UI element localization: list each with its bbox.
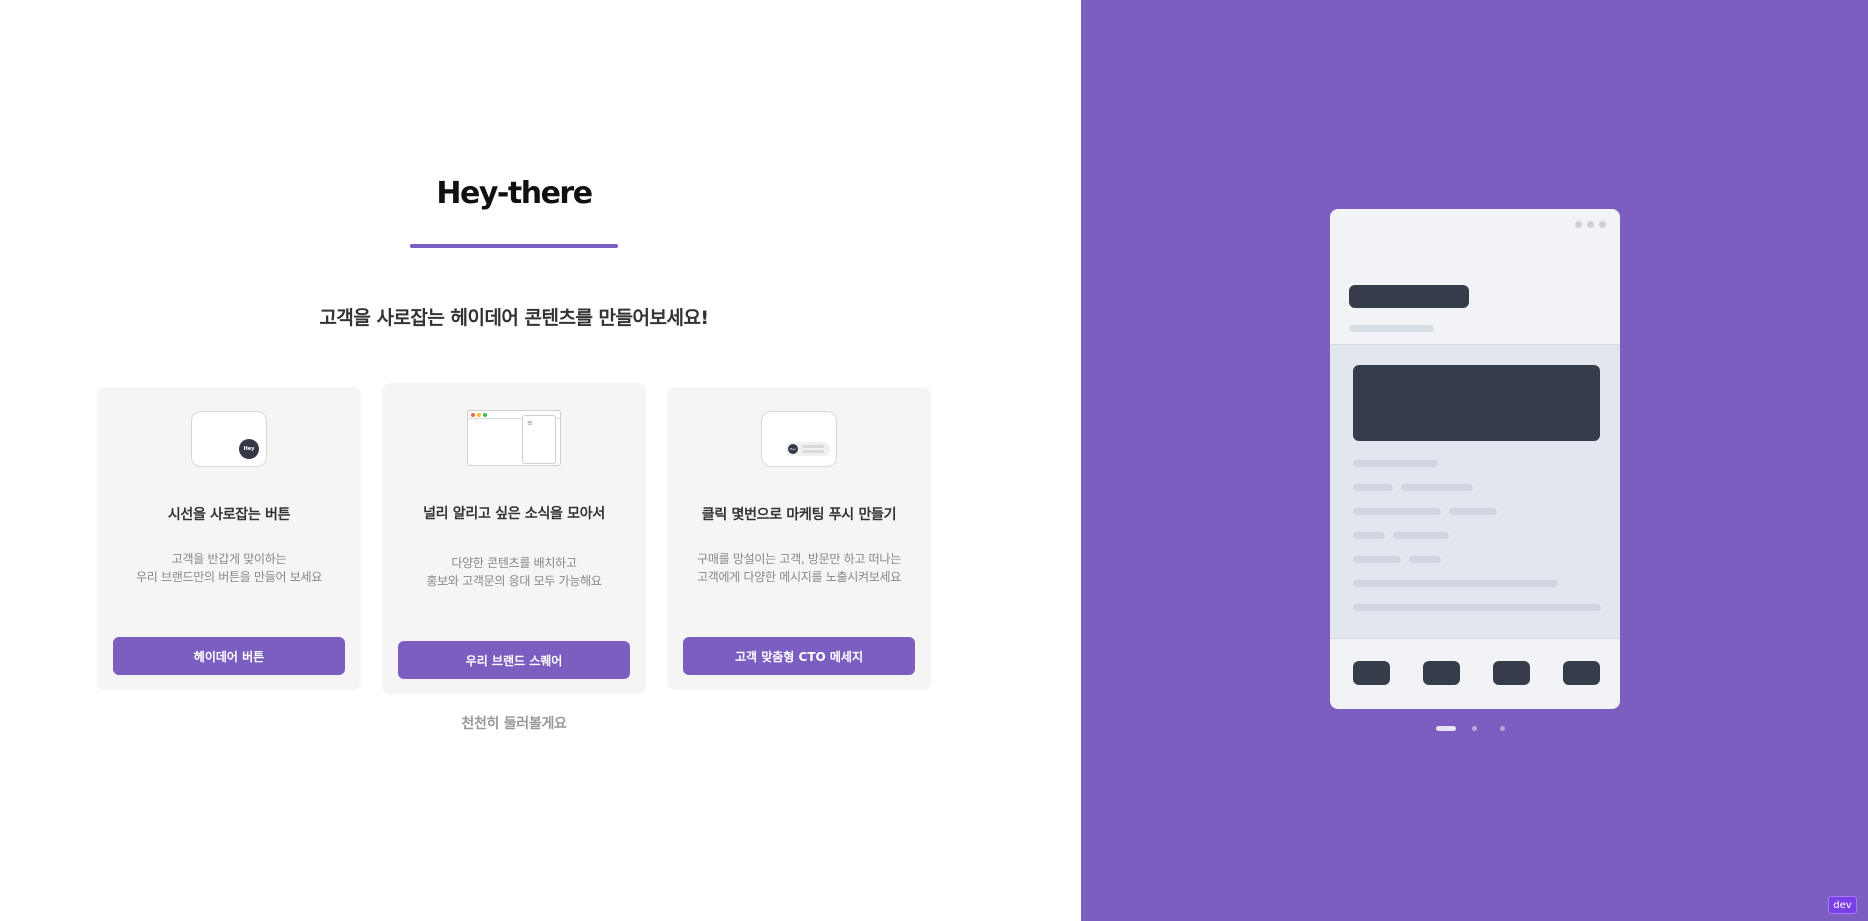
floating-button-icon: Hey bbox=[191, 411, 267, 467]
mockup-nav-icon bbox=[1563, 661, 1600, 685]
brand-logo: Hey-there bbox=[436, 176, 593, 211]
card-floating-button: Hey 시선을 사로잡는 버튼 고객을 반갑게 맞이하는 우리 브랜드만의 버튼… bbox=[97, 387, 361, 690]
menu-icon: ≡ bbox=[527, 419, 533, 427]
window-dot-icon bbox=[1575, 221, 1582, 228]
mockup-line bbox=[1449, 508, 1497, 515]
carousel-dot[interactable] bbox=[1436, 726, 1456, 731]
mockup-line bbox=[1353, 580, 1558, 587]
message-line bbox=[802, 450, 824, 453]
hey-badge: Hey bbox=[239, 439, 259, 459]
hey-badge: Hey bbox=[788, 444, 798, 454]
card-description: 다양한 콘텐츠를 배치하고 홍보와 고객문의 응대 모두 가능해요 bbox=[382, 554, 646, 590]
brand-square-button[interactable]: 우리 브랜드 스퀘어 bbox=[398, 641, 630, 679]
mockup-nav-icon bbox=[1423, 661, 1460, 685]
mockup-content-area bbox=[1330, 344, 1620, 639]
window-dot-icon bbox=[1587, 221, 1594, 228]
mockup-line bbox=[1353, 532, 1385, 539]
carousel-dot[interactable] bbox=[1500, 726, 1505, 731]
message-line bbox=[802, 445, 824, 448]
message-pill: Hey bbox=[786, 442, 830, 456]
mockup-line bbox=[1353, 484, 1393, 491]
card-description-line: 고객을 반갑게 맞이하는 bbox=[171, 552, 287, 566]
mockup-nav-icon bbox=[1353, 661, 1390, 685]
card-description-line: 구매를 망설이는 고객, 방문만 하고 떠나는 bbox=[697, 552, 901, 566]
page-title: 고객을 사로잡는 헤이데어 콘텐츠를 만들어보세요! bbox=[319, 307, 709, 329]
carousel-dot[interactable] bbox=[1472, 726, 1477, 731]
card-description: 구매를 망설이는 고객, 방문만 하고 떠나는 고객에게 다양한 메시지를 노출… bbox=[667, 550, 931, 586]
maximize-dot-icon bbox=[483, 413, 487, 417]
heythere-button-button[interactable]: 헤이데어 버튼 bbox=[113, 637, 345, 675]
cto-message-button[interactable]: 고객 맞춤형 CTO 메세지 bbox=[683, 637, 915, 675]
mockup-hero-block bbox=[1353, 365, 1600, 441]
mockup-line bbox=[1353, 508, 1441, 515]
card-description-line: 우리 브랜드만의 버튼을 만들어 보세요 bbox=[136, 570, 322, 584]
dev-badge: dev bbox=[1828, 896, 1857, 914]
side-panel-icon: ≡ bbox=[522, 415, 556, 464]
card-title: 시선을 사로잡는 버튼 bbox=[167, 507, 291, 523]
window-dot-icon bbox=[1599, 221, 1606, 228]
card-push-message: Hey 클릭 몇번으로 마케팅 푸시 만들기 구매를 망설이는 고객, 방문만 … bbox=[667, 387, 931, 690]
browse-later-link[interactable]: 천천히 둘러볼게요 bbox=[0, 713, 1028, 733]
browser-panel-icon: ≡ bbox=[467, 410, 561, 466]
mockup-line bbox=[1401, 484, 1473, 491]
card-description-line: 다양한 콘텐츠를 배치하고 bbox=[451, 556, 577, 570]
logo-underline bbox=[410, 244, 618, 248]
mockup-line bbox=[1409, 556, 1441, 563]
card-title: 널리 알리고 싶은 소식을 모아서 bbox=[423, 506, 605, 522]
mockup-nav-icon bbox=[1493, 661, 1530, 685]
mockup-line bbox=[1353, 556, 1401, 563]
mockup-line bbox=[1393, 532, 1449, 539]
card-description: 고객을 반갑게 맞이하는 우리 브랜드만의 버튼을 만들어 보세요 bbox=[97, 550, 361, 586]
mockup-header-block bbox=[1349, 285, 1469, 308]
minimize-dot-icon bbox=[477, 413, 481, 417]
mockup-line bbox=[1353, 604, 1601, 611]
preview-mockup bbox=[1330, 209, 1620, 709]
card-title: 클릭 몇번으로 마케팅 푸시 만들기 bbox=[701, 507, 897, 523]
mockup-subtitle-line bbox=[1349, 325, 1434, 332]
push-message-icon: Hey bbox=[761, 411, 837, 467]
card-description-line: 고객에게 다양한 메시지를 노출시켜보세요 bbox=[697, 570, 901, 584]
close-dot-icon bbox=[471, 413, 475, 417]
card-brand-square: ≡ 널리 알리고 싶은 소식을 모아서 다양한 콘텐츠를 배치하고 홍보와 고객… bbox=[382, 383, 646, 694]
mockup-line bbox=[1353, 460, 1438, 467]
card-description-line: 홍보와 고객문의 응대 모두 가능해요 bbox=[426, 574, 602, 588]
